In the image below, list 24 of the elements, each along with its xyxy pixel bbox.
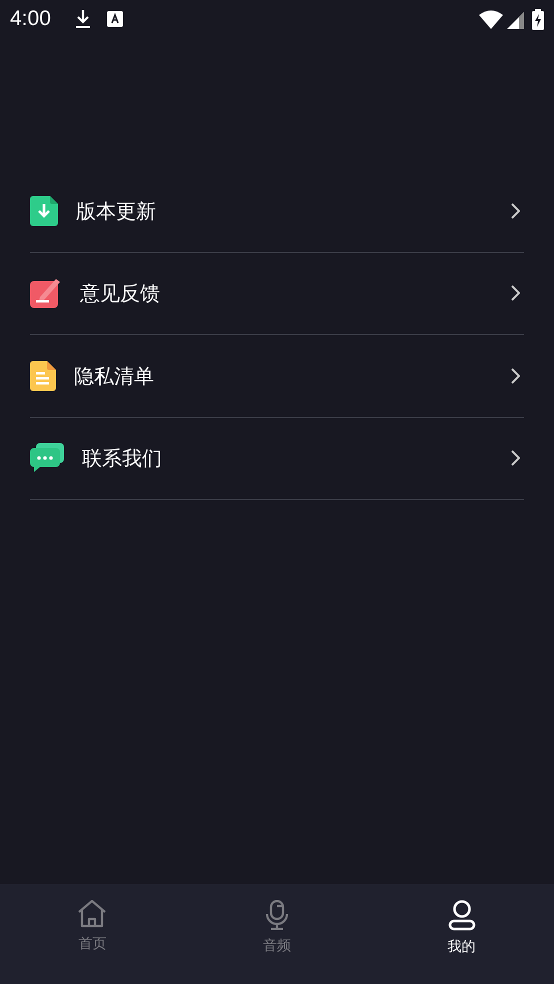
keyboard-icon xyxy=(106,11,123,27)
document-download-icon xyxy=(30,196,58,226)
battery-icon xyxy=(532,8,544,30)
document-icon xyxy=(30,360,56,391)
menu-item[interactable]: 版本更新 xyxy=(30,170,524,252)
chat-icon xyxy=(30,443,64,474)
menu-item[interactable]: 联系我们 xyxy=(30,418,524,500)
chevron-right-icon xyxy=(510,285,520,302)
chevron-right-icon xyxy=(510,368,520,384)
home-icon xyxy=(77,900,108,928)
user-icon xyxy=(448,900,476,931)
menu-item[interactable]: 意见反馈 xyxy=(30,252,524,335)
download-icon xyxy=(74,9,91,29)
tab[interactable]: 音频 xyxy=(184,884,370,984)
signal-icon xyxy=(507,10,524,28)
tab[interactable]: 我的 xyxy=(369,884,554,984)
wifi-icon xyxy=(479,10,503,28)
menu-item[interactable]: 隐私清单 xyxy=(30,335,524,418)
edit-icon xyxy=(30,278,62,308)
status-time: 4:00 xyxy=(10,6,51,32)
chevron-right-icon xyxy=(510,450,520,466)
chevron-right-icon xyxy=(510,202,520,219)
microphone-icon xyxy=(265,900,289,930)
tab[interactable]: 首页 xyxy=(0,884,185,984)
